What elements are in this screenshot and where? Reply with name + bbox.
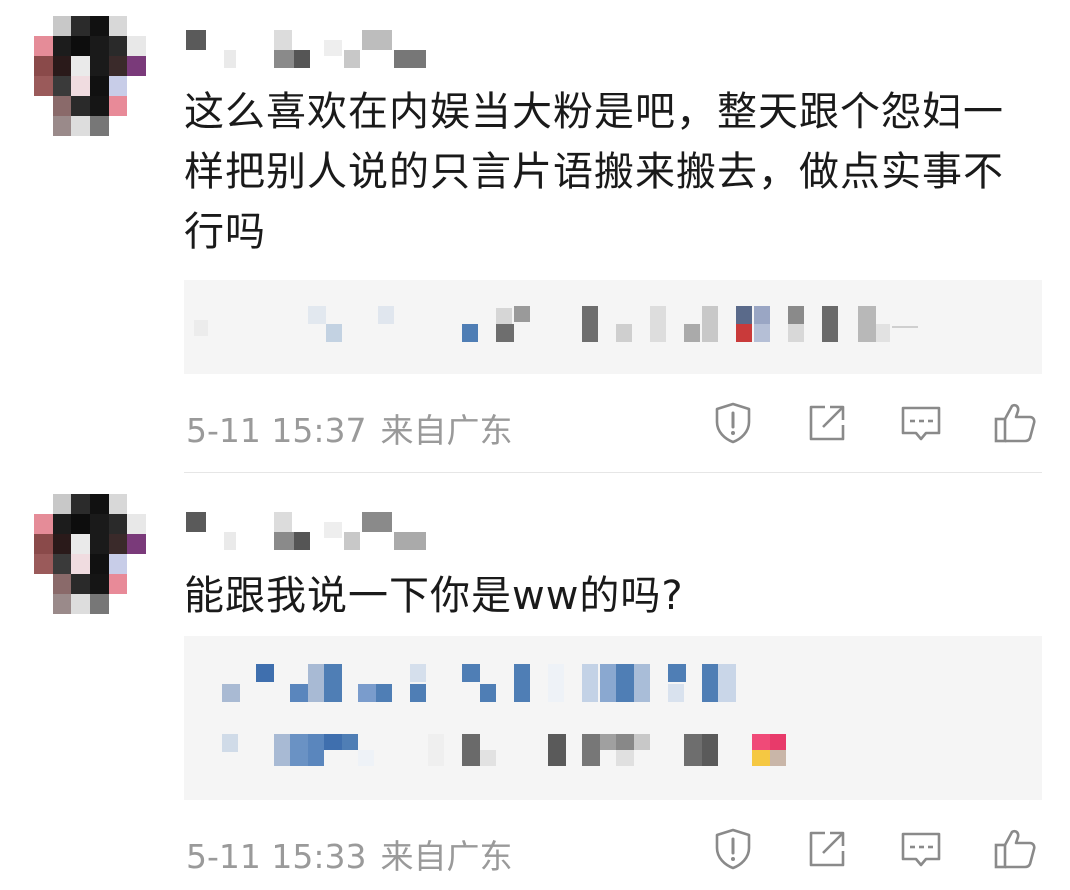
divider xyxy=(184,472,1042,473)
comment-meta: 5-11 15:33 来自广东 xyxy=(186,830,513,878)
report-icon[interactable] xyxy=(710,400,756,446)
action-bar xyxy=(700,400,1040,450)
avatar[interactable] xyxy=(34,16,146,136)
like-icon[interactable] xyxy=(992,826,1038,872)
comment-list: 这么喜欢在内娱当大粉是吧，整天跟个怨妇一样把别人说的只言片语搬来搬去，做点实事不… xyxy=(0,0,1070,890)
location: 来自广东 xyxy=(380,837,513,876)
reply-icon[interactable] xyxy=(898,400,944,446)
quoted-comment[interactable] xyxy=(184,636,1042,800)
comment-text: 能跟我说一下你是ww的吗? xyxy=(184,573,684,619)
avatar[interactable] xyxy=(34,494,146,614)
location: 来自广东 xyxy=(380,411,513,450)
reply-icon[interactable] xyxy=(898,826,944,872)
timestamp: 5-11 15:33 xyxy=(186,837,367,876)
comment-meta: 5-11 15:37 来自广东 xyxy=(186,404,513,452)
comment-text: 这么喜欢在内娱当大粉是吧，整天跟个怨妇一样把别人说的只言片语搬来搬去，做点实事不… xyxy=(184,89,1004,255)
username-mosaic[interactable] xyxy=(186,30,446,70)
like-icon[interactable] xyxy=(992,400,1038,446)
quoted-comment[interactable] xyxy=(184,280,1042,374)
report-icon[interactable] xyxy=(710,826,756,872)
comment-item: 这么喜欢在内娱当大粉是吧，整天跟个怨妇一样把别人说的只言片语搬来搬去，做点实事不… xyxy=(0,0,1070,470)
action-bar xyxy=(700,826,1040,876)
share-icon[interactable] xyxy=(804,400,850,446)
comment-item: 能跟我说一下你是ww的吗? 5-11 15:33 来自广东 xyxy=(0,474,1070,890)
username-mosaic[interactable] xyxy=(186,512,446,552)
timestamp: 5-11 15:37 xyxy=(186,411,367,450)
share-icon[interactable] xyxy=(804,826,850,872)
